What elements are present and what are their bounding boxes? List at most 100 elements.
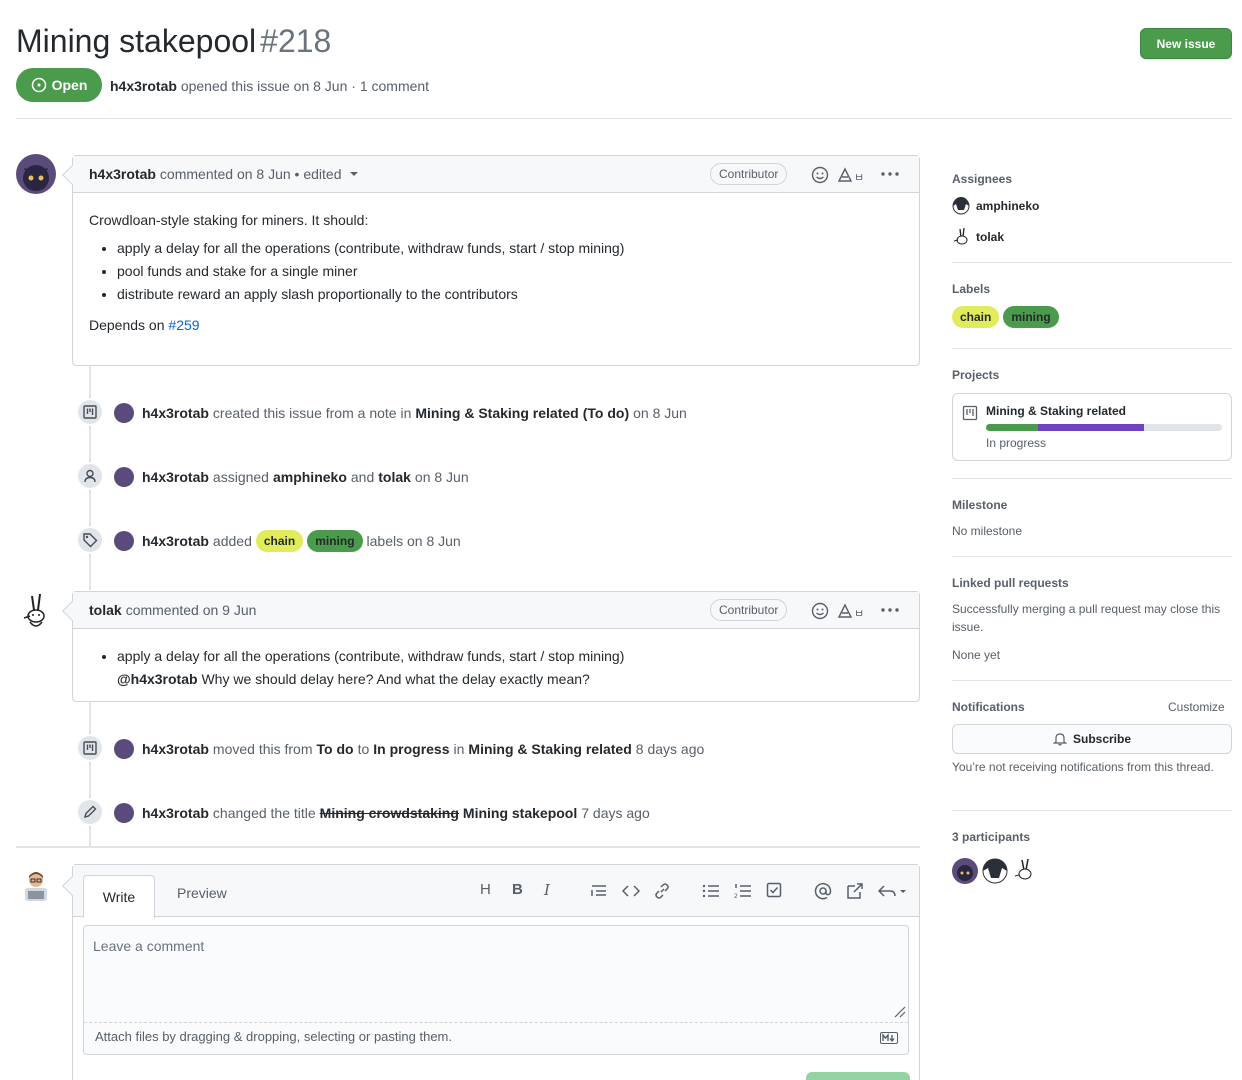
- editor-toolbar: Write Preview H B I 2: [73, 865, 919, 918]
- event-text: created this issue from a note in: [212, 405, 412, 421]
- avatar[interactable]: [982, 858, 1008, 884]
- chevron-down-icon[interactable]: [349, 172, 358, 176]
- submit-comment-button[interactable]: [806, 1072, 910, 1080]
- label-mining[interactable]: mining: [307, 530, 363, 552]
- avatar[interactable]: [114, 739, 134, 759]
- smiley-icon[interactable]: [811, 602, 829, 620]
- sidebar-divider: [952, 810, 1232, 811]
- avatar[interactable]: [16, 154, 56, 194]
- projects-heading[interactable]: Projects: [952, 368, 999, 382]
- event-project[interactable]: Mining & Staking related: [415, 405, 578, 421]
- label-mining[interactable]: mining: [1003, 306, 1059, 328]
- avatar[interactable]: [114, 803, 134, 823]
- comment-author[interactable]: h4x3rotab: [89, 166, 156, 182]
- translate-icon[interactable]: ㅂ: [837, 167, 865, 183]
- avatar[interactable]: [1012, 858, 1038, 884]
- markdown-icon[interactable]: [880, 1032, 898, 1044]
- event-project[interactable]: Mining & Staking related: [468, 741, 631, 757]
- project-name[interactable]: Mining & Staking related: [986, 404, 1126, 418]
- notifications-desc: You’re not receiving notifications from …: [952, 760, 1214, 774]
- timeline-event: h4x3rotab created this issue from a note…: [114, 403, 687, 423]
- comment-meta[interactable]: commented on 8 Jun • edited: [160, 166, 342, 182]
- sidebar-divider: [952, 348, 1232, 349]
- translate-icon[interactable]: ㅂ: [837, 603, 865, 619]
- italic-icon[interactable]: I: [544, 881, 550, 899]
- avatar[interactable]: [114, 531, 134, 551]
- event-actor[interactable]: h4x3rotab: [142, 469, 209, 485]
- comment-textarea[interactable]: Leave a comment Attach files by dragging…: [83, 925, 909, 1055]
- depends-link[interactable]: #259: [168, 317, 199, 333]
- assignee-name[interactable]: tolak: [976, 230, 1004, 244]
- labels-heading[interactable]: Labels: [952, 282, 990, 296]
- event-time[interactable]: 7 days ago: [581, 805, 650, 821]
- saved-reply-icon[interactable]: [878, 883, 908, 899]
- comment-body: apply a delay for all the operations (co…: [73, 629, 919, 707]
- event-assignee[interactable]: amphineko: [273, 469, 347, 485]
- depends-line: Depends on #259: [89, 314, 903, 336]
- event-assignee[interactable]: tolak: [378, 469, 411, 485]
- list-item: distribute reward an apply slash proport…: [117, 283, 903, 306]
- list-item: apply a delay for all the operations (co…: [117, 645, 903, 691]
- list-item: apply a delay for all the operations (co…: [117, 237, 903, 260]
- project-card[interactable]: Mining & Staking related In progress: [952, 393, 1232, 461]
- label-chain[interactable]: chain: [952, 306, 1000, 328]
- new-issue-button[interactable]: New issue: [1140, 28, 1232, 59]
- avatar[interactable]: [952, 858, 978, 884]
- quote-icon[interactable]: [590, 883, 608, 899]
- bullet-list-icon[interactable]: [702, 883, 720, 899]
- code-icon[interactable]: [622, 883, 640, 899]
- label-chain[interactable]: chain: [255, 530, 304, 552]
- event-column: (To do): [582, 405, 630, 421]
- task-list-icon[interactable]: [766, 882, 782, 898]
- bunny-avatar-icon: [23, 593, 45, 627]
- attach-files-area[interactable]: Attach files by dragging & dropping, sel…: [84, 1022, 908, 1054]
- heading-icon[interactable]: H: [480, 881, 491, 898]
- reply-text: Why we should delay here? And what the d…: [201, 671, 590, 687]
- comment-body: Crowdloan-style staking for miners. It s…: [73, 193, 919, 352]
- comment-author[interactable]: tolak: [89, 602, 122, 618]
- tab-preview[interactable]: Preview: [177, 885, 227, 901]
- avatar[interactable]: [114, 403, 134, 423]
- pencil-icon: [76, 798, 104, 826]
- linked-prs-heading[interactable]: Linked pull requests: [952, 576, 1069, 590]
- attach-text: Attach files by dragging & dropping, sel…: [95, 1029, 452, 1044]
- kebab-menu-icon[interactable]: [881, 172, 899, 176]
- numbered-list-icon[interactable]: 2: [734, 883, 752, 899]
- customize-link[interactable]: Customize: [1168, 700, 1225, 714]
- event-time[interactable]: labels on 8 Jun: [367, 533, 461, 549]
- event-actor[interactable]: h4x3rotab: [142, 741, 209, 757]
- milestone-heading[interactable]: Milestone: [952, 498, 1007, 512]
- sidebar-divider: [952, 680, 1232, 681]
- issue-author[interactable]: h4x3rotab: [110, 78, 177, 94]
- comment-placeholder: Leave a comment: [93, 938, 205, 954]
- event-actor[interactable]: h4x3rotab: [142, 805, 209, 821]
- link-icon[interactable]: [654, 883, 670, 899]
- kebab-menu-icon[interactable]: [881, 608, 899, 612]
- assignees-heading[interactable]: Assignees: [952, 172, 1012, 186]
- smiley-icon[interactable]: [811, 166, 829, 184]
- avatar[interactable]: [22, 870, 50, 902]
- new-title: Mining stakepool: [462, 805, 578, 821]
- event-time[interactable]: 8 days ago: [636, 741, 705, 757]
- comment-meta[interactable]: commented on 9 Jun: [126, 602, 257, 618]
- event-actor[interactable]: h4x3rotab: [142, 533, 209, 549]
- resize-handle-icon[interactable]: [892, 1004, 906, 1018]
- subscribe-button[interactable]: Subscribe: [952, 724, 1232, 754]
- status-badge: Open: [16, 68, 102, 102]
- bold-icon[interactable]: B: [512, 881, 523, 898]
- mention-link[interactable]: @h4x3rotab: [117, 671, 198, 687]
- event-time[interactable]: on 8 Jun: [415, 469, 469, 485]
- event-actor[interactable]: h4x3rotab: [142, 405, 209, 421]
- assignee-item[interactable]: amphineko: [952, 196, 1039, 216]
- avatar[interactable]: [20, 592, 52, 632]
- tab-write[interactable]: Write: [83, 875, 155, 918]
- event-time[interactable]: on 8 Jun: [633, 405, 687, 421]
- mention-icon[interactable]: [814, 882, 832, 900]
- assignee-name[interactable]: amphineko: [976, 199, 1039, 213]
- page-title: Mining stakepool #218: [16, 20, 331, 62]
- avatar[interactable]: [114, 467, 134, 487]
- cross-reference-icon[interactable]: [846, 882, 864, 900]
- subscribe-label: Subscribe: [1072, 732, 1132, 746]
- assignee-item[interactable]: tolak: [952, 227, 1004, 247]
- avatar: [953, 227, 968, 245]
